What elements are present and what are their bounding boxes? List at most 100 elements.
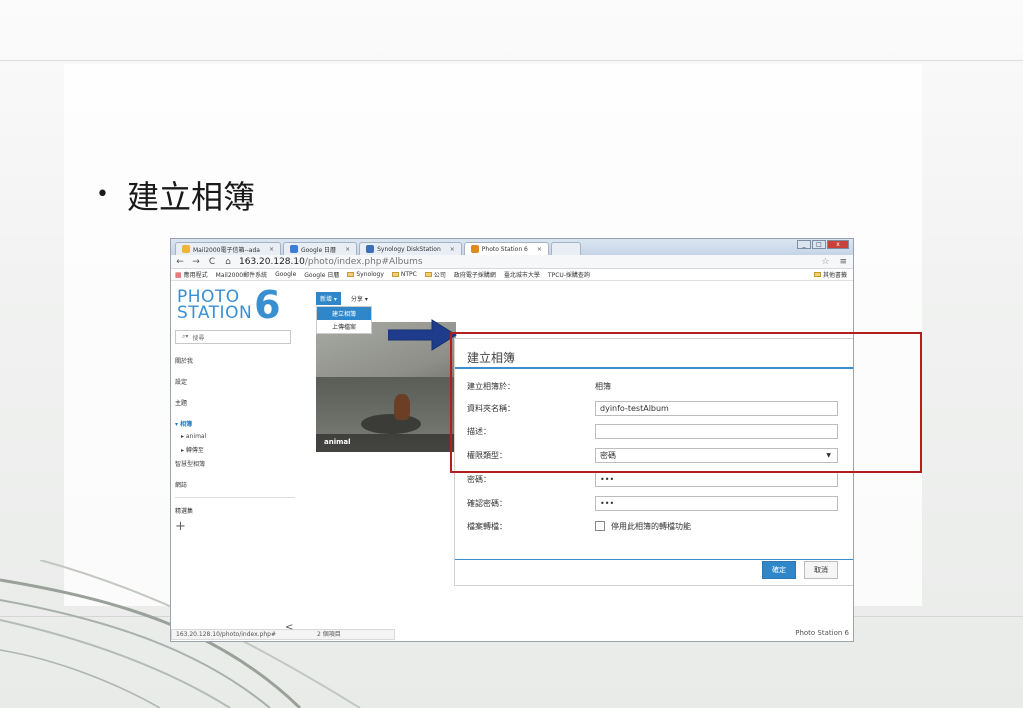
toolbar: 新增 ▾ 分享 ▾ [316, 292, 616, 305]
address-bar: ← → C ⌂ 163.20.128.10/photo/index.php#Al… [171, 255, 853, 269]
sidebar-item-animal[interactable]: ▸ animal [175, 433, 295, 440]
bookmark-tpcu[interactable]: TPCU-採購查詢 [548, 270, 590, 279]
disable-conversion-checkbox[interactable] [595, 521, 605, 531]
new-tab-button[interactable] [550, 242, 581, 255]
bookmark-ntpc[interactable]: NTPC [391, 271, 417, 278]
home-icon[interactable]: ⌂ [223, 257, 233, 267]
sidebar: PHOTO STATION 6 ⌕▾ 搜尋 關於我 設定 主題 ▾ 相簿 ▸ a… [171, 282, 299, 627]
pointer-arrow-icon [388, 319, 457, 351]
bookmarks-bar: ▦ 應用程式 Mail2000郵件系統 Google Google 日曆 Syno… [171, 269, 853, 281]
back-icon[interactable]: ← [175, 257, 185, 267]
close-icon[interactable]: × [345, 246, 350, 253]
close-icon[interactable]: × [269, 246, 274, 253]
bookmark-label: 公司 [433, 272, 446, 279]
share-button[interactable]: 分享 ▾ [347, 292, 372, 305]
footer-brand: Photo Station 6 [795, 629, 849, 637]
row-confirm-password: 確認密碼： ••• [467, 494, 838, 512]
calendar-icon [289, 245, 298, 253]
bookmark-company[interactable]: 公司 [424, 270, 446, 279]
bookmark-label: Mail2000郵件系統 [215, 272, 268, 279]
tab-label: Google 日曆 [300, 246, 337, 254]
confirm-password-label: 確認密碼： [467, 498, 507, 508]
bookmark-label: Google [275, 271, 297, 278]
bookmark-synology[interactable]: Synology [347, 271, 384, 278]
folder-icon [391, 272, 399, 277]
bookmark-label: 應用程式 [183, 272, 208, 279]
menu-item-upload[interactable]: 上傳檔案 [317, 320, 371, 333]
window-controls: _ □ x [797, 240, 849, 249]
logo-number: 6 [254, 283, 282, 327]
tab-google-calendar[interactable]: Google 日曆 × [282, 242, 358, 255]
tab-synology[interactable]: Synology DiskStation × [359, 242, 462, 255]
logo-text-bottom: STATION [177, 303, 253, 323]
close-icon[interactable]: × [450, 246, 455, 253]
close-icon[interactable]: × [537, 246, 542, 253]
bookmark-star-icon[interactable]: ☆ [821, 257, 829, 267]
slide-bullet: • 建立相簿 [96, 172, 255, 218]
search-placeholder: 搜尋 [192, 334, 205, 342]
menu-icon[interactable]: ≡ [839, 257, 847, 267]
search-icon: ⌕▾ [182, 333, 189, 340]
new-dropdown-menu: 建立相簿 上傳檔案 [316, 306, 372, 334]
cancel-button[interactable]: 取消 [804, 561, 838, 579]
menu-item-create-album[interactable]: 建立相簿 [317, 307, 371, 320]
bookmark-label: TPCU-採購查詢 [547, 272, 590, 279]
sidebar-item-settings[interactable]: 設定 [175, 377, 295, 386]
album-caption: animal [316, 434, 456, 452]
dsm-icon [366, 245, 375, 253]
thumb-bird [394, 394, 410, 420]
bookmark-university[interactable]: 臺北城市大學 [504, 270, 540, 279]
add-icon[interactable]: + [175, 519, 295, 534]
bookmark-other[interactable]: 其他書籤 [813, 270, 847, 279]
tab-label: Mail2000電子信箱--ada [193, 246, 260, 254]
bookmark-mail2000[interactable]: Mail2000郵件系統 [216, 270, 267, 279]
bookmark-label: 臺北城市大學 [503, 272, 540, 279]
maximize-icon[interactable]: □ [812, 240, 826, 249]
sidebar-item-smart-albums[interactable]: 智慧型相簿 [175, 459, 295, 468]
sidebar-item-shared[interactable]: ▸ 轉傳至 [175, 445, 295, 454]
password-input[interactable]: ••• [595, 471, 838, 487]
ok-button[interactable]: 確定 [762, 561, 796, 579]
browser-status-bar: 163.20.128.10/photo/index.php# [171, 629, 395, 640]
thumb-manhole [361, 414, 421, 434]
bookmark-apps[interactable]: ▦ 應用程式 [175, 270, 208, 280]
tab-bar: Mail2000電子信箱--ada × Google 日曆 × Synology… [171, 239, 853, 255]
window-close-icon[interactable]: x [827, 240, 849, 249]
confirm-password-input[interactable]: ••• [595, 495, 838, 511]
folder-icon [347, 272, 355, 277]
bookmark-label: 政府電子採購網 [453, 272, 496, 279]
bullet-dot: • [96, 182, 109, 207]
row-conversion: 檔案轉檔： 停用此相簿的轉檔功能 [467, 517, 838, 535]
reload-icon[interactable]: C [207, 257, 217, 267]
url-field[interactable]: 163.20.128.10/photo/index.php#Albums [239, 257, 815, 267]
bookmark-google[interactable]: Google [275, 271, 296, 278]
search-input[interactable]: ⌕▾ 搜尋 [175, 330, 291, 344]
tab-photo-station[interactable]: Photo Station 6 × [463, 242, 549, 255]
bookmark-google-calendar[interactable]: Google 日曆 [304, 270, 339, 279]
folder-icon [424, 272, 432, 277]
sidebar-item-albums[interactable]: ▾ 相簿 [175, 419, 295, 428]
collapse-chevron-icon[interactable]: < [285, 622, 293, 633]
conversion-option-label: 停用此相簿的轉檔功能 [611, 521, 691, 531]
sidebar-item-about[interactable]: 關於我 [175, 356, 295, 365]
photo-station-logo[interactable]: PHOTO STATION 6 [177, 283, 295, 327]
tab-mail2000[interactable]: Mail2000電子信箱--ada × [175, 242, 281, 255]
sidebar-item-blog[interactable]: 網誌 [175, 480, 295, 489]
sidebar-divider [175, 497, 295, 498]
bookmark-label: Google 日曆 [304, 272, 340, 279]
folder-icon [813, 272, 821, 277]
sidebar-item-favorites[interactable]: 精選集 [175, 506, 295, 515]
sidebar-item-theme[interactable]: 主題 [175, 398, 295, 407]
bookmark-procurement[interactable]: 政府電子採購網 [454, 270, 496, 279]
conversion-label: 檔案轉檔： [467, 521, 507, 531]
dialog-divider [455, 559, 853, 560]
new-button[interactable]: 新增 ▾ [316, 292, 341, 305]
bg-line [0, 60, 1023, 61]
forward-icon[interactable]: → [191, 257, 201, 267]
minimize-icon[interactable]: _ [797, 240, 811, 249]
url-host: 163.20.128.10 [239, 256, 305, 267]
password-label: 密碼： [467, 474, 491, 484]
apps-grid-icon: ▦ [175, 270, 182, 279]
bookmark-label: 其他書籤 [822, 272, 847, 279]
item-count: 2 個項目 [317, 631, 341, 638]
